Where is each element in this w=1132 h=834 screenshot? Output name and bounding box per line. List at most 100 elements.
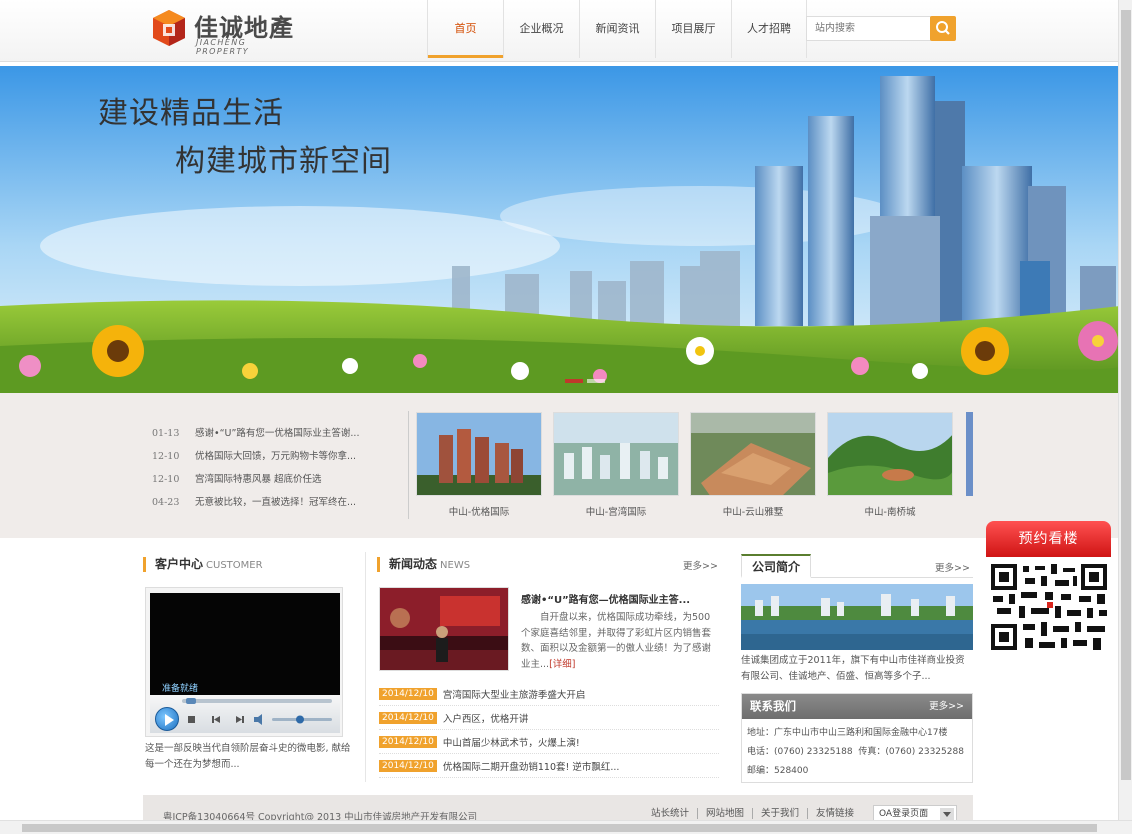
contact-more-link[interactable]: 更多>> (929, 694, 964, 719)
contact-fax: 传真：(0760) 23325288 (858, 747, 964, 757)
project-card-partial[interactable] (966, 412, 973, 496)
news-title: 感谢•“U”路有您一优格国际业主答谢... (195, 428, 360, 439)
site-logo[interactable]: 佳诚地產 JIACHENG PROPERTY (150, 6, 300, 56)
project-image (827, 412, 953, 496)
project-caption: 中山-云山雅墅 (722, 507, 784, 518)
hero-banner[interactable]: 建设精品生活 构建城市新空间 (0, 66, 1120, 393)
news-row[interactable]: 2014/12/10 中山首届少林武术节，火爆上演! (379, 730, 719, 754)
list-item[interactable]: 04-23 无意被比较，一直被选择！冠军终在... (152, 494, 392, 517)
video-player[interactable]: 准备就绪 (145, 587, 343, 737)
project-card[interactable]: 中山-云山雅墅 (690, 412, 816, 518)
news-date: 12-10 (152, 451, 180, 462)
news-title: 优格国际大回馈，万元购物卡等你拿... (195, 451, 357, 462)
banner-dot[interactable] (587, 379, 605, 383)
customer-section-title: 客户中心 CUSTOMER (143, 557, 263, 572)
scrollbar-thumb[interactable] (22, 824, 1097, 832)
news-date: 04-23 (152, 497, 180, 508)
detail-link[interactable]: [详细] (549, 659, 575, 670)
nav-careers[interactable]: 人才招聘 (731, 0, 807, 58)
list-item[interactable]: 12-10 优格国际大回馈，万元购物卡等你拿... (152, 448, 392, 471)
nav-company[interactable]: 企业概况 (503, 0, 579, 58)
news-title: 宫湾国际大型业主旅游季盛大开启 (442, 689, 586, 701)
vertical-scrollbar[interactable] (1118, 0, 1132, 820)
search-icon (936, 21, 950, 35)
main-nav: 首页 企业概况 新闻资讯 项目展厅 人才招聘 (427, 0, 807, 58)
scrollbar-thumb[interactable] (1121, 10, 1131, 780)
nav-home[interactable]: 首页 (427, 0, 503, 58)
contact-header: 联系我们 更多>> (742, 694, 972, 719)
footer-link-friends[interactable]: 友情链接 (807, 808, 862, 819)
latest-news-list: 01-13 感谢•“U”路有您一优格国际业主答谢... 12-10 优格国际大回馈，… (152, 425, 392, 517)
contact-zip: 邮编：528400 (747, 766, 809, 776)
play-button[interactable] (155, 707, 179, 731)
contact-title: 联系我们 (750, 699, 796, 713)
about-image (741, 584, 973, 650)
news-title: 入户西区，优格开讲 (442, 713, 529, 725)
about-text: 佳诚集团成立于2011年，旗下有中山市佳祥商业投资有限公司、佳诚地产、佰盛、恒高… (741, 655, 965, 682)
chevron-down-icon (940, 808, 954, 820)
project-card[interactable]: 中山-南桥城 (827, 412, 953, 518)
book-viewing-button[interactable]: 预约看楼 (986, 521, 1111, 557)
contact-details: 地址：广东中山市中山三路利和国际金融中心17楼 电话：(0760) 233251… (742, 719, 972, 781)
nav-projects[interactable]: 项目展厅 (655, 0, 731, 58)
list-item[interactable]: 12-10 宫湾国际特惠风暴 超底价任选 (152, 471, 392, 494)
news-list: 2014/12/10 宫湾国际大型业主旅游季盛大开启 2014/12/10 入户西区… (379, 682, 719, 778)
project-strip: 01-13 感谢•“U”路有您一优格国际业主答谢... 12-10 优格国际大回馈，… (0, 393, 1120, 538)
logo-subtext: JIACHENG PROPERTY (196, 38, 250, 56)
news-row[interactable]: 2014/12/10 宫湾国际大型业主旅游季盛大开启 (379, 682, 719, 706)
contact-address: 地址：广东中山市中山三路利和国际金融中心17楼 (747, 728, 948, 738)
video-status: 准备就绪 (162, 684, 199, 694)
project-image (416, 412, 542, 496)
footer-link-stats[interactable]: 站长统计 (643, 808, 697, 819)
contact-phone: 电话：(0760) 23325188 (747, 747, 853, 757)
nav-news[interactable]: 新闻资讯 (579, 0, 655, 58)
footer-link-about[interactable]: 关于我们 (752, 808, 807, 819)
contact-box: 联系我们 更多>> 地址：广东中山市中山三路利和国际金融中心17楼 电话：(07… (741, 693, 973, 783)
logo-cube-icon (153, 10, 185, 46)
video-controls (150, 695, 340, 733)
site-header: 佳诚地產 JIACHENG PROPERTY 首页 企业概况 新闻资讯 项目展厅… (0, 0, 1118, 62)
search-button[interactable] (930, 16, 956, 41)
news-date-badge: 2014/12/10 (379, 759, 437, 772)
section-title-en: CUSTOMER (206, 560, 263, 571)
about-more-link[interactable]: 更多>> (935, 560, 970, 574)
feature-news-title[interactable]: 感谢•“U”路有您—优格国际业主答... (521, 591, 716, 606)
play-icon (165, 714, 174, 726)
project-caption: 中山-优格国际 (448, 507, 510, 518)
section-title-en: NEWS (440, 560, 471, 571)
news-title: 无意被比较，一直被选择！冠军终在... (195, 497, 357, 508)
news-more-link[interactable]: 更多>> (683, 558, 718, 572)
news-title: 宫湾国际特惠风暴 超底价任选 (195, 474, 322, 485)
banner-dot[interactable] (565, 379, 583, 383)
qr-code (989, 562, 1109, 652)
feature-news-image[interactable] (379, 587, 509, 671)
news-row[interactable]: 2014/12/10 优格国际二期开盘劲销110套! 逆市飘红... (379, 754, 719, 778)
project-card[interactable]: 中山-优格国际 (416, 412, 542, 518)
news-date-badge: 2014/12/10 (379, 687, 437, 700)
footer-link-sitemap[interactable]: 网站地图 (697, 808, 752, 819)
list-item[interactable]: 01-13 感谢•“U”路有您一优格国际业主答谢... (152, 425, 392, 448)
news-title: 中山首届少林武术节，火爆上演! (442, 737, 580, 749)
project-card[interactable]: 中山-宫湾国际 (553, 412, 679, 518)
section-title-cn: 客户中心 (155, 557, 204, 571)
section-title-cn: 新闻动态 (389, 557, 438, 571)
news-row[interactable]: 2014/12/10 入户西区，优格开讲 (379, 706, 719, 730)
news-date-badge: 2014/12/10 (379, 735, 437, 748)
divider (408, 411, 409, 519)
project-caption: 中山-宫湾国际 (585, 507, 647, 518)
playback-controls (182, 698, 332, 725)
banner-headline: 建设精品生活 (98, 96, 284, 131)
horizontal-scrollbar[interactable] (0, 820, 1132, 834)
search-input[interactable] (806, 16, 931, 41)
project-caption: 中山-南桥城 (864, 507, 916, 518)
project-image (553, 412, 679, 496)
banner-pagination (565, 379, 605, 383)
footer-links: 站长统计 网站地图 关于我们 友情链接 (643, 808, 862, 819)
news-date: 12-10 (152, 474, 180, 485)
tab-about[interactable]: 公司简介 (741, 554, 811, 578)
news-date: 01-13 (152, 428, 180, 439)
project-image (690, 412, 816, 496)
news-section-title: 新闻动态 NEWS (377, 557, 470, 572)
news-title: 优格国际二期开盘劲销110套! 逆市飘红... (442, 761, 620, 773)
video-screen[interactable]: 准备就绪 (150, 593, 340, 695)
